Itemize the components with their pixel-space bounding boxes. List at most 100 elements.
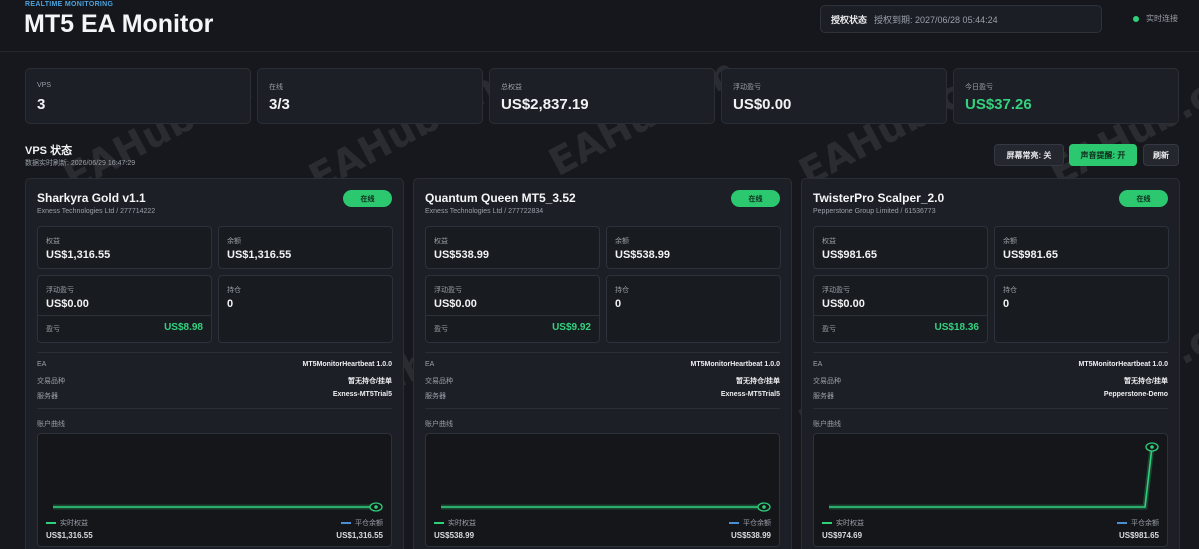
floating-label: 浮动盈亏 <box>46 287 74 294</box>
screen-awake-toggle[interactable]: 屏幕常亮: 关 <box>994 144 1064 166</box>
stat-today-pnl: 今日盈亏 US$37.26 <box>953 68 1179 124</box>
equity-line <box>829 446 1153 508</box>
legend-equity: 实时权益 <box>822 518 864 528</box>
last-refresh: 数据实时刷新: 2026/06/29 16:47:29 <box>25 160 136 167</box>
ea-name: Quantum Queen MT5_3.52 <box>425 191 576 205</box>
sound-alert-toggle[interactable]: 声音提醒: 开 <box>1069 144 1137 166</box>
stat-value: 3/3 <box>269 96 290 113</box>
balance-value: US$538.99 <box>615 249 671 261</box>
refresh-button[interactable]: 刷新 <box>1143 144 1179 166</box>
equity-value: US$981.65 <box>822 249 878 261</box>
curve-balance-value: US$981.65 <box>1118 531 1159 540</box>
equity-label: 权益 <box>822 238 836 245</box>
floating-value: US$0.00 <box>46 298 89 310</box>
account-curve-chart: 实时权益 平仓余额 US$974.69 US$981.65 <box>813 433 1168 547</box>
ea-value: MT5MonitorHeartbeat 1.0.0 <box>302 361 392 368</box>
ea-label: EA <box>813 361 823 368</box>
status-badge: 在线 <box>343 190 392 207</box>
account-curve-chart: 实时权益 平仓余额 US$1,316.55 US$1,316.55 <box>37 433 392 547</box>
stat-label: 总权益 <box>501 84 522 91</box>
legend-balance: 平仓余额 <box>341 518 383 528</box>
profit-label: 盈亏 <box>822 326 836 333</box>
positions-cell: 持仓 0 <box>606 275 781 343</box>
positions-value: 0 <box>227 298 234 310</box>
server-label: 服务器 <box>813 393 834 400</box>
balance-value: US$1,316.55 <box>227 249 292 261</box>
legend-balance-label: 平仓余额 <box>743 520 771 527</box>
vps-card: Sharkyra Gold v1.1 Exness Technologies L… <box>25 178 404 549</box>
status-dot-icon <box>1133 15 1139 22</box>
positions-label: 持仓 <box>615 287 629 294</box>
connection-label: 实时连接 <box>1146 14 1178 23</box>
curve-balance-value: US$538.99 <box>730 531 771 540</box>
license-expiry: 授权到期: 2027/06/28 05:44:24 <box>874 14 998 25</box>
profit-value: US$9.92 <box>552 322 591 333</box>
ea-value: MT5MonitorHeartbeat 1.0.0 <box>1078 361 1168 368</box>
floating-pnl-cell: 浮动盈亏 US$0.00 盈亏 US$18.36 <box>813 275 988 343</box>
ea-name: TwisterPro Scalper_2.0 <box>813 191 945 205</box>
legend-balance: 平仓余额 <box>729 518 771 528</box>
profit-label: 盈亏 <box>46 326 60 333</box>
balance-swatch <box>729 522 739 524</box>
symbol-label: 交易品种 <box>813 378 841 385</box>
ea-value: MT5MonitorHeartbeat 1.0.0 <box>690 361 780 368</box>
curve-equity-value: US$1,316.55 <box>46 531 93 540</box>
equity-cell: 权益 US$981.65 <box>813 226 988 269</box>
positions-label: 持仓 <box>227 287 241 294</box>
positions-value: 0 <box>615 298 622 310</box>
balance-value: US$981.65 <box>1003 249 1059 261</box>
balance-label: 余额 <box>227 238 241 245</box>
stat-floating-pnl: 浮动盈亏 US$0.00 <box>721 68 947 124</box>
stat-online: 在线 3/3 <box>257 68 483 124</box>
floating-value: US$0.00 <box>434 298 477 310</box>
profit-value: US$18.36 <box>934 322 979 333</box>
section-divider <box>37 408 392 409</box>
curve-label: 账户曲线 <box>813 421 841 428</box>
profit-label: 盈亏 <box>434 326 448 333</box>
stat-label: 在线 <box>269 84 283 91</box>
positions-value: 0 <box>1003 298 1010 310</box>
vps-card: Quantum Queen MT5_3.52 Exness Technologi… <box>413 178 792 549</box>
symbol-value: 暂无持仓/挂单 <box>736 378 780 385</box>
stat-value: US$37.26 <box>965 96 1032 113</box>
equity-swatch <box>822 522 832 524</box>
floating-pnl-cell: 浮动盈亏 US$0.00 盈亏 US$8.98 <box>37 275 212 343</box>
curve-balance-value: US$1,316.55 <box>336 531 383 540</box>
connection-status: 实时连接 <box>1133 13 1178 24</box>
section-divider <box>813 408 1168 409</box>
legend-equity-label: 实时权益 <box>836 520 864 527</box>
broker-account: Exness Technologies Ltd / 277714222 <box>37 208 156 215</box>
symbol-label: 交易品种 <box>425 378 453 385</box>
positions-label: 持仓 <box>1003 287 1017 294</box>
balance-swatch <box>1117 522 1127 524</box>
profit-value: US$8.98 <box>164 322 203 333</box>
curve-svg <box>441 502 771 512</box>
ea-label: EA <box>37 361 47 368</box>
section-title: VPS 状态 <box>25 145 73 157</box>
vps-card: TwisterPro Scalper_2.0 Pepperstone Group… <box>801 178 1180 549</box>
license-status: 授权状态 授权到期: 2027/06/28 05:44:24 <box>820 5 1102 33</box>
cell-divider <box>426 315 599 316</box>
stat-label: 今日盈亏 <box>965 84 993 91</box>
stat-value: 3 <box>37 96 46 113</box>
balance-label: 余额 <box>1003 238 1017 245</box>
symbol-value: 暂无持仓/挂单 <box>1124 378 1168 385</box>
equity-value: US$1,316.55 <box>46 249 111 261</box>
symbol-label: 交易品种 <box>37 378 65 385</box>
curve-label: 账户曲线 <box>37 421 65 428</box>
status-badge: 在线 <box>731 190 780 207</box>
section-divider <box>37 352 392 353</box>
stat-value: US$0.00 <box>733 96 792 113</box>
broker-account: Pepperstone Group Limited / 61536773 <box>813 208 936 215</box>
floating-value: US$0.00 <box>822 298 865 310</box>
cell-divider <box>38 315 211 316</box>
server-value: Exness-MT5Trial5 <box>720 391 780 398</box>
equity-label: 权益 <box>46 238 60 245</box>
curve-equity-value: US$974.69 <box>822 531 863 540</box>
curve-svg <box>829 442 1159 510</box>
balance-cell: 余额 US$538.99 <box>606 226 781 269</box>
legend-equity: 实时权益 <box>434 518 476 528</box>
floating-pnl-cell: 浮动盈亏 US$0.00 盈亏 US$9.92 <box>425 275 600 343</box>
equity-cell: 权益 US$538.99 <box>425 226 600 269</box>
server-value: Exness-MT5Trial5 <box>332 391 392 398</box>
